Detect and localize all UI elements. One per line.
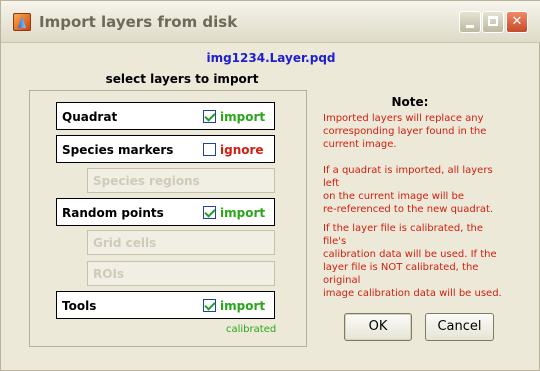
cancel-button[interactable]: Cancel — [425, 313, 494, 341]
ignore-status[interactable]: ignore — [220, 143, 264, 157]
layer-label: Tools — [62, 299, 97, 313]
file-name: img1234.Layer.pqd — [206, 51, 336, 65]
note-line: layer file is NOT calibrated, the origin… — [323, 262, 479, 286]
note-line: corresponding layer found in the — [323, 126, 487, 137]
layer-label: Species markers — [62, 143, 174, 157]
species-markers-checkbox[interactable] — [203, 143, 216, 156]
sublayer-label: Species regions — [93, 174, 200, 188]
select-layers-heading: select layers to import — [105, 72, 259, 86]
layer-row-species-markers: Species markers ignore — [56, 135, 275, 163]
import-status[interactable]: import — [220, 299, 265, 313]
note-line: current image. — [323, 139, 397, 150]
close-icon[interactable]: ✕ — [506, 11, 528, 33]
sublayer-species-regions: Species regions — [87, 168, 275, 193]
note-line: on the current image will be — [323, 191, 464, 202]
window-title: Import layers from disk — [39, 13, 238, 31]
sublayer-grid-cells: Grid cells — [87, 230, 275, 255]
note-paragraph-3: If the layer file is calibrated, the fil… — [323, 222, 508, 300]
note-line: If a quadrat is imported, all layers lef… — [323, 165, 493, 189]
ok-button[interactable]: OK — [344, 313, 412, 341]
note-line: Imported layers will replace any — [323, 113, 484, 124]
random-points-checkbox[interactable] — [203, 206, 216, 219]
note-title: Note: — [391, 95, 429, 109]
note-line: re-referenced to the new quadrat. — [323, 204, 494, 215]
title-bar[interactable]: Import layers from disk ✕ — [1, 1, 540, 43]
import-status[interactable]: import — [220, 110, 265, 124]
import-status[interactable]: import — [220, 206, 265, 220]
note-paragraph-2: If a quadrat is imported, all layers lef… — [323, 164, 508, 216]
sublayer-label: ROIs — [93, 267, 125, 281]
layer-label: Quadrat — [62, 110, 118, 124]
layer-row-tools: Tools import — [56, 291, 275, 319]
layer-label: Random points — [62, 206, 164, 220]
matlab-icon — [13, 13, 31, 31]
note-paragraph-1: Imported layers will replace any corresp… — [323, 112, 508, 151]
layer-row-random-points: Random points import — [56, 198, 275, 226]
maximize-icon[interactable] — [482, 11, 504, 33]
note-line: image calibration data will be used. — [323, 288, 502, 299]
sublayer-rois: ROIs — [87, 261, 275, 286]
import-layers-dialog: Import layers from disk ✕ img1234.Layer.… — [0, 0, 540, 371]
note-line: calibration data will be used. If the — [323, 249, 497, 260]
minimize-icon[interactable] — [459, 11, 481, 33]
tools-checkbox[interactable] — [203, 299, 216, 312]
layer-row-quadrat: Quadrat import — [56, 102, 275, 130]
calibrated-label: calibrated — [226, 324, 277, 335]
note-line: If the layer file is calibrated, the fil… — [323, 223, 484, 247]
quadrat-checkbox[interactable] — [203, 110, 216, 123]
sublayer-label: Grid cells — [93, 236, 157, 250]
